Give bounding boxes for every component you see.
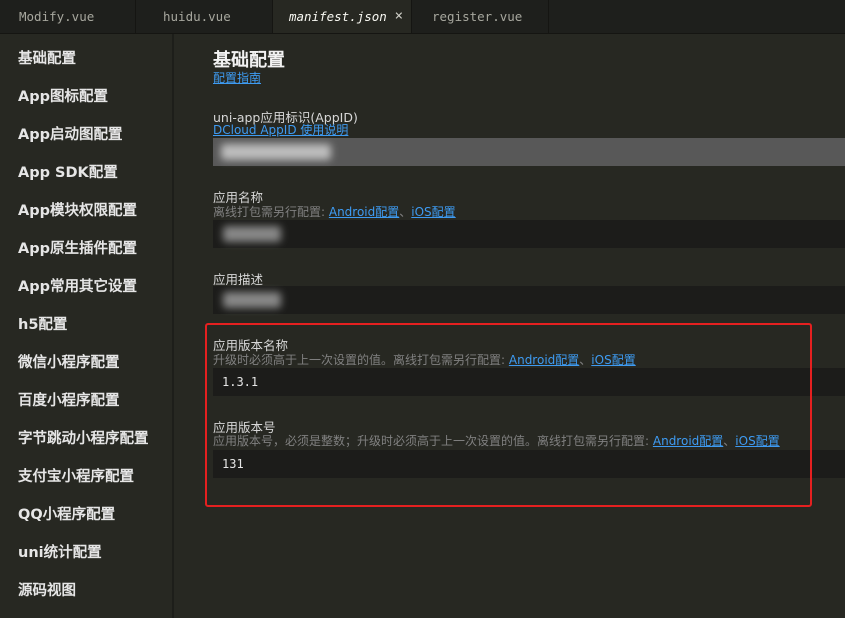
config-guide-link[interactable]: 配置指南 (213, 69, 261, 86)
sidebar-item-uni-stat[interactable]: uni统计配置 (18, 541, 102, 562)
sidebar-item-baidu[interactable]: 百度小程序配置 (18, 389, 120, 410)
redacted-value (223, 226, 281, 242)
settings-sidebar: 基础配置 App图标配置 App启动图配置 App SDK配置 App模块权限配… (0, 34, 174, 618)
android-config-link[interactable]: Android配置 (329, 205, 399, 219)
tab-modify-vue[interactable]: Modify.vue (0, 0, 136, 33)
sidebar-item-app-sdk[interactable]: App SDK配置 (18, 161, 118, 182)
sidebar-item-app-native-plugins[interactable]: App原生插件配置 (18, 237, 137, 258)
sidebar-item-alipay[interactable]: 支付宝小程序配置 (18, 465, 134, 486)
sidebar-item-h5[interactable]: h5配置 (18, 313, 67, 334)
sidebar-item-qq[interactable]: QQ小程序配置 (18, 503, 115, 524)
close-icon[interactable]: × (395, 0, 403, 33)
tab-label: register.vue (432, 9, 523, 24)
appid-field[interactable] (213, 138, 845, 166)
sidebar-item-basic[interactable]: 基础配置 (18, 47, 76, 68)
tab-register-vue[interactable]: register.vue (412, 0, 549, 33)
appid-help-link[interactable]: DCloud AppID 使用说明 (213, 121, 348, 138)
app-desc-field[interactable] (213, 286, 845, 314)
tab-huidu-vue[interactable]: huidu.vue (136, 0, 273, 33)
sidebar-item-app-other[interactable]: App常用其它设置 (18, 275, 137, 296)
editor-tab-bar: Modify.vue huidu.vue manifest.json × reg… (0, 0, 845, 34)
sidebar-item-weixin[interactable]: 微信小程序配置 (18, 351, 120, 372)
tab-label: huidu.vue (163, 9, 231, 24)
redacted-value (223, 292, 281, 308)
hint-separator: 、 (399, 205, 412, 219)
app-name-hint: 离线打包需另行配置: Android配置、iOS配置 (213, 203, 456, 220)
tab-label: manifest.json (289, 9, 387, 24)
tab-label: Modify.vue (19, 9, 95, 24)
redacted-value (221, 144, 331, 160)
highlight-box (205, 323, 812, 507)
app-name-field[interactable] (213, 220, 845, 248)
hint-text: 离线打包需另行配置: (213, 205, 329, 219)
sidebar-item-app-icon[interactable]: App图标配置 (18, 85, 108, 106)
ios-config-link[interactable]: iOS配置 (411, 205, 455, 219)
sidebar-item-app-splash[interactable]: App启动图配置 (18, 123, 122, 144)
tab-manifest-json[interactable]: manifest.json × (273, 0, 412, 33)
sidebar-item-app-modules[interactable]: App模块权限配置 (18, 199, 137, 220)
sidebar-item-source-view[interactable]: 源码视图 (18, 579, 76, 600)
sidebar-item-toutiao[interactable]: 字节跳动小程序配置 (18, 427, 149, 448)
